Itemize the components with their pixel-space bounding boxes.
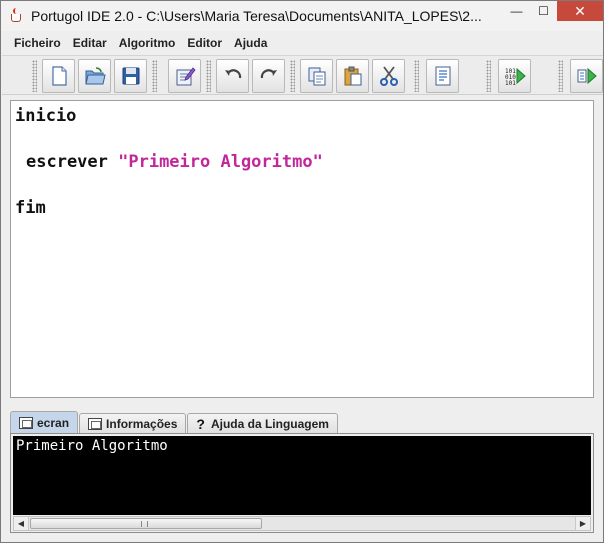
tab-label: ecran (37, 415, 70, 430)
scroll-right-button[interactable]: ▶ (575, 517, 590, 530)
code-editor[interactable]: inicio escrever "Primeiro Algoritmo" fim (10, 100, 594, 398)
tab-ajuda-linguagem[interactable]: ? Ajuda da Linguagem (187, 413, 338, 433)
run-step-button[interactable] (570, 59, 603, 93)
java-app-icon (9, 8, 25, 24)
string-literal: "Primeiro Algoritmo" (118, 152, 323, 172)
undo-icon (224, 69, 241, 79)
close-button[interactable]: ✕ (557, 1, 603, 21)
toolbar-grip[interactable] (206, 60, 211, 92)
menu-ajuda[interactable]: Ajuda (228, 33, 273, 53)
toolbar-grip[interactable] (152, 60, 157, 92)
window-title: Portugol IDE 2.0 - C:\Users\Maria Teresa… (31, 8, 482, 24)
run-step-icon (577, 67, 597, 85)
console-output[interactable]: Primeiro Algoritmo (13, 436, 591, 515)
menu-bar: Ficheiro Editar Algoritmo Editor Ajuda (2, 33, 602, 53)
help-icon: ? (196, 415, 205, 432)
copy-button[interactable] (300, 59, 333, 93)
run-button[interactable]: 101 010 101 (498, 59, 531, 93)
copy-icon (308, 67, 325, 86)
info-console-icon (88, 417, 103, 430)
tab-informacoes[interactable]: Informações (79, 413, 187, 433)
save-button[interactable] (114, 59, 147, 93)
run-binary-icon: 101 010 101 (505, 67, 526, 87)
code-line-fim: fim (15, 198, 46, 218)
code-line-inicio: inicio (15, 106, 77, 126)
keyword-escrever: escrever (26, 152, 119, 172)
console-panel: Primeiro Algoritmo ◀ ▶ (10, 433, 594, 533)
screen-icon (19, 416, 33, 429)
new-file-icon (51, 66, 67, 86)
toolbar: 101 010 101 (2, 55, 603, 95)
cut-button[interactable] (372, 59, 405, 93)
scroll-left-button[interactable]: ◀ (14, 517, 29, 530)
tab-label: Informações (106, 416, 178, 431)
svg-text:101: 101 (505, 80, 516, 87)
ide-window: Portugol IDE 2.0 - C:\Users\Maria Teresa… (0, 0, 604, 543)
menu-editor[interactable]: Editor (181, 33, 228, 53)
redo-icon (260, 69, 277, 79)
open-file-button[interactable] (78, 59, 111, 93)
menu-editar[interactable]: Editar (67, 33, 113, 53)
tab-ecran[interactable]: ecran (10, 411, 79, 433)
tab-label: Ajuda da Linguagem (210, 416, 329, 431)
open-folder-icon (84, 67, 106, 85)
menu-ficheiro[interactable]: Ficheiro (2, 33, 67, 53)
toolbar-grip[interactable] (32, 60, 37, 92)
redo-button[interactable] (252, 59, 285, 93)
edit-document-button[interactable] (168, 59, 201, 93)
document-list-icon (435, 66, 450, 86)
title-bar: Portugol IDE 2.0 - C:\Users\Maria Teresa… (1, 1, 603, 31)
toolbar-grip[interactable] (486, 60, 491, 92)
save-icon (122, 67, 139, 85)
new-file-button[interactable] (42, 59, 75, 93)
thumb-grip (141, 521, 148, 527)
window-controls: — ☐ ✕ (503, 1, 603, 22)
document-list-button[interactable] (426, 59, 459, 93)
scrollbar-thumb[interactable] (30, 518, 262, 529)
toolbar-grip[interactable] (414, 60, 419, 92)
toolbar-grip[interactable] (558, 60, 563, 92)
horizontal-scrollbar[interactable]: ◀ ▶ (13, 516, 591, 531)
undo-button[interactable] (216, 59, 249, 93)
menu-algoritmo[interactable]: Algoritmo (113, 33, 182, 53)
output-tabs: ecran Informações ? Ajuda da Linguagem (10, 411, 339, 433)
cut-icon (379, 66, 398, 86)
minimize-button[interactable]: — (503, 1, 530, 21)
paste-button[interactable] (336, 59, 369, 93)
edit-document-icon (176, 67, 196, 86)
paste-icon (344, 66, 361, 86)
code-line-escrever: escrever "Primeiro Algoritmo" (26, 152, 323, 172)
maximize-button[interactable]: ☐ (530, 1, 557, 21)
toolbar-grip[interactable] (290, 60, 295, 92)
